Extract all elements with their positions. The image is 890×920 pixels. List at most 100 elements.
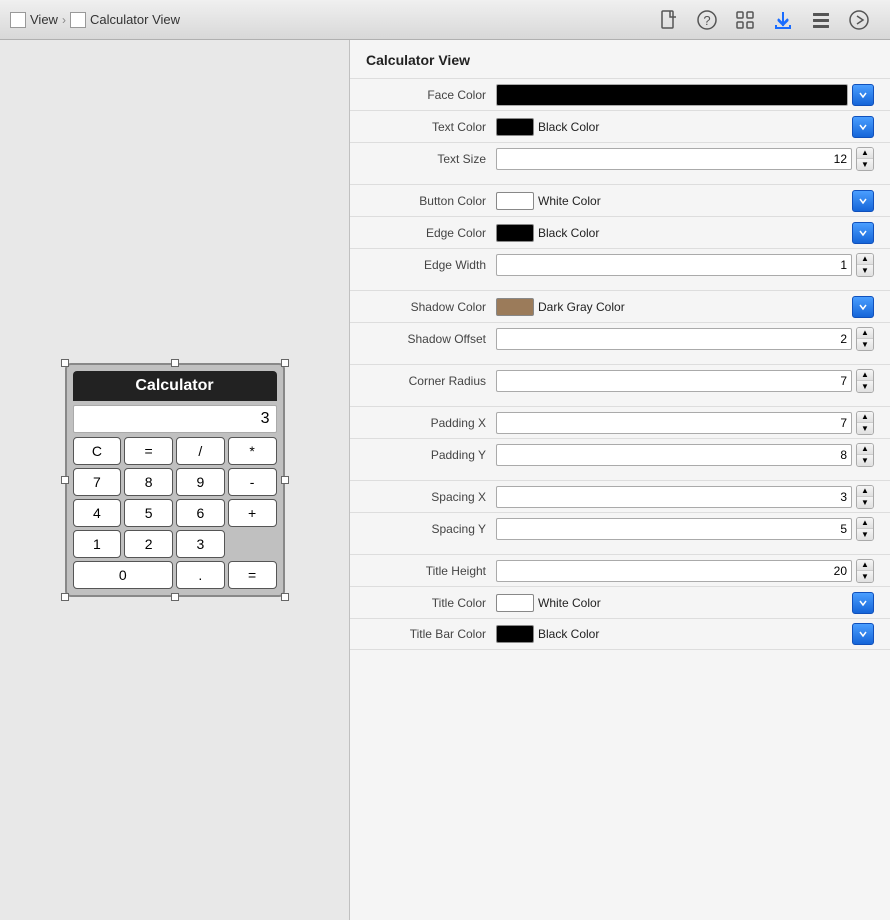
forward-icon[interactable] xyxy=(848,9,870,31)
btn-1[interactable]: 1 xyxy=(73,530,122,558)
label-button-color: Button Color xyxy=(366,194,496,208)
text-color-dropdown[interactable] xyxy=(852,116,874,138)
title-height-input[interactable] xyxy=(496,560,852,582)
spacing-x-input[interactable] xyxy=(496,486,852,508)
button-color-dropdown[interactable] xyxy=(852,190,874,212)
padding-x-down[interactable]: ▼ xyxy=(857,423,873,434)
face-color-dropdown[interactable] xyxy=(852,84,874,106)
spacing-y-down[interactable]: ▼ xyxy=(857,529,873,540)
title-color-dropdown[interactable] xyxy=(852,592,874,614)
padding-x-stepper[interactable]: ▲ ▼ xyxy=(856,411,874,435)
spacing-x-up[interactable]: ▲ xyxy=(857,486,873,497)
spacing-x-down[interactable]: ▼ xyxy=(857,497,873,508)
padding-y-input[interactable] xyxy=(496,444,852,466)
handle-tr[interactable] xyxy=(281,359,289,367)
btn-sub[interactable]: - xyxy=(228,468,277,496)
spacer-1 xyxy=(350,174,890,184)
shadow-color-dropdown[interactable] xyxy=(852,296,874,318)
padding-y-up[interactable]: ▲ xyxy=(857,444,873,455)
text-size-stepper[interactable]: ▲ ▼ xyxy=(856,147,874,171)
btn-dot[interactable]: . xyxy=(176,561,225,589)
title-height-down[interactable]: ▼ xyxy=(857,571,873,582)
title-color-swatch[interactable] xyxy=(496,594,534,612)
padding-x-up[interactable]: ▲ xyxy=(857,412,873,423)
btn-8[interactable]: 8 xyxy=(124,468,173,496)
shadow-offset-input[interactable] xyxy=(496,328,852,350)
edge-color-swatch[interactable] xyxy=(496,224,534,242)
handle-tl[interactable] xyxy=(61,359,69,367)
padding-x-input[interactable] xyxy=(496,412,852,434)
spacer-6 xyxy=(350,544,890,554)
btn-empty xyxy=(228,530,277,558)
btn-C[interactable]: C xyxy=(73,437,122,465)
edge-color-dropdown[interactable] xyxy=(852,222,874,244)
text-color-swatch[interactable] xyxy=(496,118,534,136)
text-size-up[interactable]: ▲ xyxy=(857,148,873,159)
spacer-5 xyxy=(350,470,890,480)
shadow-offset-up[interactable]: ▲ xyxy=(857,328,873,339)
btn-add[interactable]: + xyxy=(228,499,277,527)
padding-y-down[interactable]: ▼ xyxy=(857,455,873,466)
btn-mul[interactable]: * xyxy=(228,437,277,465)
list-icon[interactable] xyxy=(810,9,832,31)
prop-title-bar-color: Title Bar Color Black Color xyxy=(350,618,890,650)
shadow-color-swatch[interactable] xyxy=(496,298,534,316)
grid-icon[interactable] xyxy=(734,9,756,31)
text-size-input[interactable] xyxy=(496,148,852,170)
download-icon[interactable] xyxy=(772,9,794,31)
shadow-offset-stepper[interactable]: ▲ ▼ xyxy=(856,327,874,351)
padding-y-stepper[interactable]: ▲ ▼ xyxy=(856,443,874,467)
spacing-y-stepper[interactable]: ▲ ▼ xyxy=(856,517,874,541)
control-edge-color: Black Color xyxy=(496,222,874,244)
edge-width-up[interactable]: ▲ xyxy=(857,254,873,265)
btn-eq2[interactable]: = xyxy=(228,561,277,589)
handle-bm[interactable] xyxy=(171,593,179,601)
label-shadow-color: Shadow Color xyxy=(366,300,496,314)
label-title-color: Title Color xyxy=(366,596,496,610)
file-icon[interactable] xyxy=(658,9,680,31)
shadow-offset-down[interactable]: ▼ xyxy=(857,339,873,350)
help-icon[interactable]: ? xyxy=(696,9,718,31)
main-content: Calculator 3 C = / * 7 8 9 - 4 5 6 + 1 2 xyxy=(0,40,890,920)
control-title-bar-color: Black Color xyxy=(496,623,874,645)
btn-5[interactable]: 5 xyxy=(124,499,173,527)
title-bar-color-swatch[interactable] xyxy=(496,625,534,643)
spacing-y-up[interactable]: ▲ xyxy=(857,518,873,529)
btn-3[interactable]: 3 xyxy=(176,530,225,558)
label-corner-radius: Corner Radius xyxy=(366,374,496,388)
title-height-stepper[interactable]: ▲ ▼ xyxy=(856,559,874,583)
handle-tm[interactable] xyxy=(171,359,179,367)
handle-mr[interactable] xyxy=(281,476,289,484)
control-text-size: ▲ ▼ xyxy=(496,147,874,171)
title-bar-color-dropdown[interactable] xyxy=(852,623,874,645)
breadcrumb-calc-label: Calculator View xyxy=(90,12,180,27)
edge-width-down[interactable]: ▼ xyxy=(857,265,873,276)
corner-radius-input[interactable] xyxy=(496,370,852,392)
btn-9[interactable]: 9 xyxy=(176,468,225,496)
selection-box[interactable]: Calculator 3 C = / * 7 8 9 - 4 5 6 + 1 2 xyxy=(65,363,285,597)
handle-ml[interactable] xyxy=(61,476,69,484)
btn-div[interactable]: / xyxy=(176,437,225,465)
handle-br[interactable] xyxy=(281,593,289,601)
corner-radius-stepper[interactable]: ▲ ▼ xyxy=(856,369,874,393)
label-spacing-y: Spacing Y xyxy=(366,522,496,536)
btn-7[interactable]: 7 xyxy=(73,468,122,496)
spacing-x-stepper[interactable]: ▲ ▼ xyxy=(856,485,874,509)
btn-0[interactable]: 0 xyxy=(73,561,174,589)
edge-width-input[interactable] xyxy=(496,254,852,276)
label-spacing-x: Spacing X xyxy=(366,490,496,504)
edge-width-stepper[interactable]: ▲ ▼ xyxy=(856,253,874,277)
label-text-size: Text Size xyxy=(366,152,496,166)
corner-radius-up[interactable]: ▲ xyxy=(857,370,873,381)
title-height-up[interactable]: ▲ xyxy=(857,560,873,571)
btn-4[interactable]: 4 xyxy=(73,499,122,527)
btn-2[interactable]: 2 xyxy=(124,530,173,558)
btn-6[interactable]: 6 xyxy=(176,499,225,527)
btn-eq1[interactable]: = xyxy=(124,437,173,465)
face-color-input[interactable] xyxy=(496,84,848,106)
spacing-y-input[interactable] xyxy=(496,518,852,540)
corner-radius-down[interactable]: ▼ xyxy=(857,381,873,392)
button-color-swatch[interactable] xyxy=(496,192,534,210)
handle-bl[interactable] xyxy=(61,593,69,601)
text-size-down[interactable]: ▼ xyxy=(857,159,873,170)
